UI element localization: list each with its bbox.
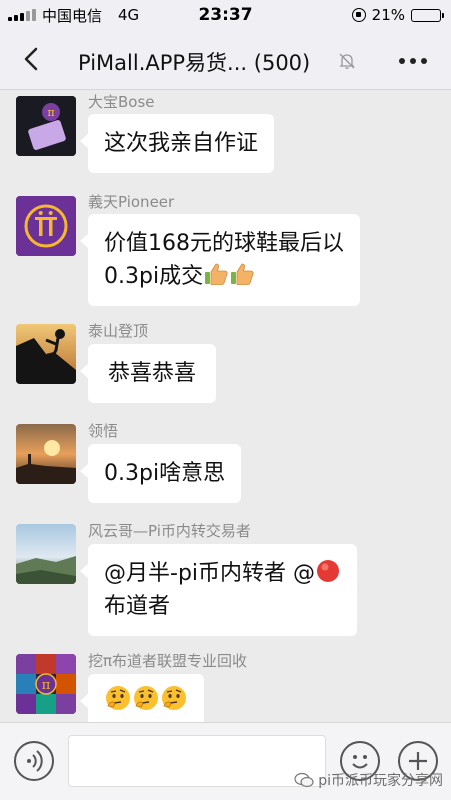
svg-text:π: π [47,106,54,119]
message-text: 0.3pi成交 [104,264,204,289]
chat-title: PiMall.APP易货... (500) [78,51,311,75]
sender-name: 義天Pioneer [88,193,175,211]
more-dot [410,58,416,64]
message-text: @月半-pi币内转者 @ [104,561,316,586]
more-dot [421,58,427,64]
watermark-text: pi币派币玩家分享网 [318,773,443,789]
message-bubble[interactable]: 恭喜恭喜 [79,344,217,403]
message-bubble[interactable]: 这次我亲自作证 [79,114,275,173]
svg-text:π: π [42,678,51,693]
back-icon [24,47,38,71]
watermark: pi币派币玩家分享网 [294,770,443,790]
avatar[interactable] [16,196,76,256]
message-text: 0.3pi啥意思 [104,461,226,486]
avatar-image: π [16,96,76,156]
message-text: 这次我亲自作证 [104,131,259,156]
thumbs-up-icon [231,263,254,285]
voice-button[interactable] [14,741,54,781]
status-right: 21% [351,6,444,24]
message-list[interactable]: π 大宝Bose 这次我亲自作证 義天Pioneer 价值168元的球鞋最后以 … [0,90,451,722]
thumbs-up-icon [205,263,228,285]
more-dot [399,58,405,64]
thinking-face-icon [134,686,158,710]
avatar-image: π [16,654,76,714]
wechat-logo-icon [294,772,314,788]
avatar-image [16,524,76,584]
avatar[interactable]: π [16,654,76,714]
message-bubble[interactable]: 价值168元的球鞋最后以 0.3pi成交 [80,214,360,306]
sender-name: 泰山登顶 [88,322,149,340]
red-circle-icon [317,560,340,582]
sender-name: 挖π布道者联盟专业回收 [88,652,248,670]
message-bubble[interactable] [80,674,204,722]
mute-bell-icon [339,53,355,69]
avatar[interactable] [16,324,76,384]
chat-header: PiMall.APP易货... (500) [0,30,451,90]
battery-percent: 21% [371,6,405,24]
sender-name: 风云哥—Pi币内转交易者 [88,522,251,540]
status-bar: 中国电信 4G 23:37 21% [0,0,451,30]
thinking-face-icon [162,686,186,710]
message-bubble[interactable]: @月半-pi币内转者 @ 布道者 [79,544,358,636]
message-input[interactable] [68,735,326,787]
message-text: 布道者 [104,594,171,619]
avatar[interactable] [16,424,76,484]
message-line: 0.3pi成交 [104,260,344,293]
pi-logo-icon [16,196,76,256]
avatar[interactable] [16,524,76,584]
thinking-face-icon [106,686,130,710]
sender-name: 领悟 [88,422,119,440]
battery-icon [411,8,444,22]
back-button[interactable] [18,44,48,74]
more-button[interactable] [395,46,431,76]
message-line: @月半-pi币内转者 @ [104,557,341,590]
avatar[interactable]: π [16,96,76,156]
message-text: 恭喜恭喜 [108,361,197,386]
sender-name: 大宝Bose [88,93,155,111]
avatar-image [16,324,76,384]
message-bubble[interactable]: 0.3pi啥意思 [79,444,242,503]
voice-icon [27,750,43,772]
message-text: 价值168元的球鞋最后以 [104,231,344,256]
rotation-lock-icon [351,8,366,22]
avatar-image [16,424,76,484]
